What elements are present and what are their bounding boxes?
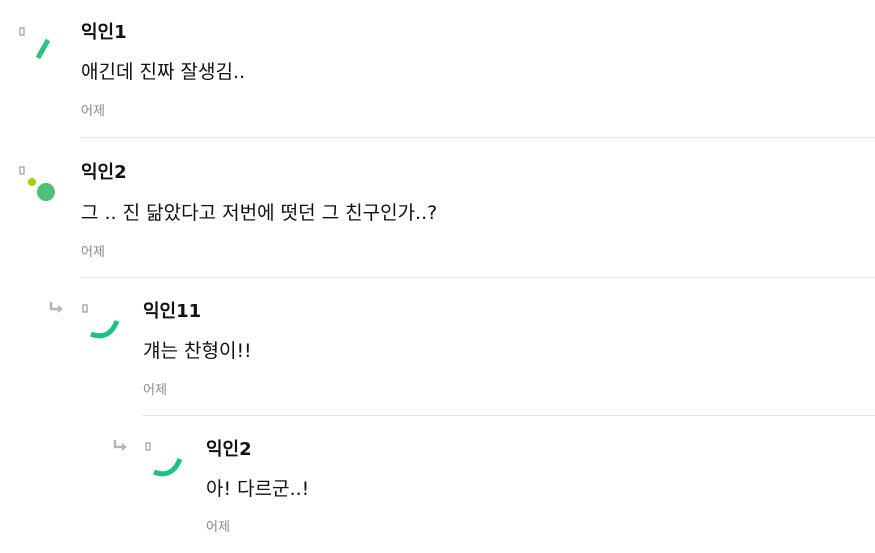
comment-item: 익인1 애긴데 진짜 잘생김.. 어제 bbox=[0, 0, 875, 138]
comment-author[interactable]: 익인1 bbox=[81, 21, 127, 45]
green-dots-avatar-icon[interactable] bbox=[16, 163, 64, 211]
reply-arrow-icon bbox=[112, 438, 130, 454]
green-arc-avatar-icon[interactable] bbox=[142, 439, 190, 487]
comment-author[interactable]: 익인2 bbox=[206, 438, 252, 462]
comment-text: 애긴데 진짜 잘생김.. bbox=[81, 61, 245, 83]
comment-item: 익인2 그 .. 진 닮았다고 저번에 떳던 그 친구인가..? 어제 bbox=[0, 138, 875, 278]
comment-time: 어제 bbox=[143, 383, 167, 398]
comment-text: 아! 다르군..! bbox=[206, 478, 310, 500]
comment-text: 그 .. 진 닮았다고 저번에 떳던 그 친구인가..? bbox=[81, 202, 438, 224]
comment-author[interactable]: 익인11 bbox=[143, 300, 201, 324]
reply-item: 익인11 걔는 찬형이!! 어제 bbox=[0, 278, 875, 416]
comment-time: 어제 bbox=[206, 520, 230, 535]
comment-text: 걔는 찬형이!! bbox=[143, 340, 252, 362]
green-stroke-avatar-icon[interactable] bbox=[16, 22, 64, 70]
comment-author[interactable]: 익인2 bbox=[81, 161, 127, 185]
comment-time: 어제 bbox=[81, 245, 105, 260]
comment-time: 어제 bbox=[81, 104, 105, 119]
reply-item: 익인2 아! 다르군..! 어제 bbox=[0, 416, 875, 553]
green-arc-avatar-icon[interactable] bbox=[79, 301, 127, 349]
reply-arrow-icon bbox=[48, 300, 66, 316]
